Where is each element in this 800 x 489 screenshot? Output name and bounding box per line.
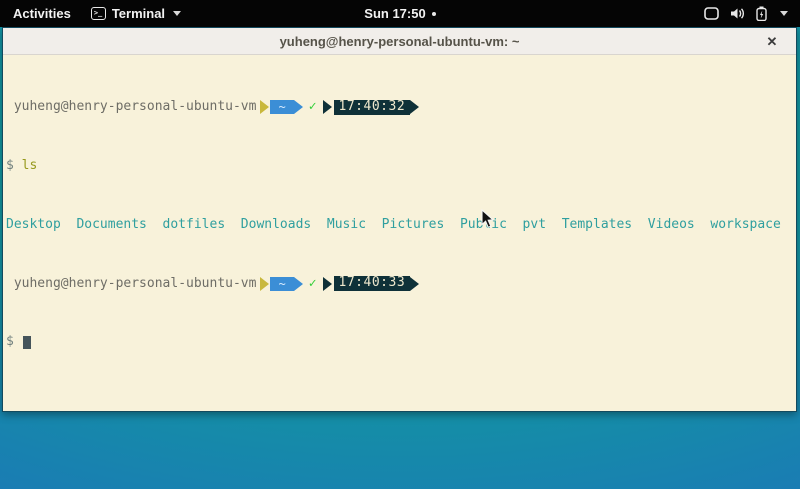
prompt-line-2: yuheng@henry-personal-ubuntu-vm ~ ✓ 17:4… [6,277,796,292]
prompt-time-badge: 17:40:32 [334,100,411,115]
app-menu-label: Terminal [112,6,165,21]
command-text: ls [22,159,38,174]
powerline-cwd-segment: ~ [270,277,293,291]
screen-icon [704,7,719,20]
chevron-down-icon [173,11,181,16]
terminal-window: yuheng@henry-personal-ubuntu-vm: ~ ✕ yuh… [2,27,797,412]
powerline-dark-arrow-icon [410,100,419,114]
battery-charging-icon [756,6,767,21]
status-check-icon: ✓ [309,277,317,292]
powerline-dark-arrow-icon [410,277,419,291]
prompt-dollar: $ [6,335,22,350]
powerline-yellow-chevron-icon [260,100,269,114]
ls-output-line: Desktop Documents dotfiles Downloads Mus… [6,218,796,233]
command-line-1: $ ls [6,159,796,174]
prompt-user-host: yuheng@henry-personal-ubuntu-vm [14,277,257,292]
status-check-icon: ✓ [309,100,317,115]
prompt-lead-space [6,277,14,292]
desktop: Activities >_ Terminal Sun 17:50 [0,0,800,489]
prompt-line-1: yuheng@henry-personal-ubuntu-vm ~ ✓ 17:4… [6,100,796,115]
close-button[interactable]: ✕ [762,28,782,55]
terminal-app-icon: >_ [91,7,106,20]
powerline-dark-chevron-icon [323,100,332,114]
powerline-dark-chevron-icon [323,277,332,291]
system-status-area[interactable] [704,6,800,21]
system-menu-chevron-icon [780,11,788,16]
directory-list: Desktop Documents dotfiles Downloads Mus… [6,218,781,233]
powerline-cwd-segment: ~ [270,100,293,114]
app-menu-terminal[interactable]: >_ Terminal [91,6,181,21]
prompt-lead-space [6,100,14,115]
powerline-yellow-chevron-icon [260,277,269,291]
prompt-user-host: yuheng@henry-personal-ubuntu-vm [14,100,257,115]
clock-button[interactable]: Sun 17:50 [364,6,425,21]
terminal-cursor [23,336,31,349]
volume-icon [730,7,745,20]
powerline-blue-arrow-icon [294,100,303,114]
prompt-dollar: $ [6,159,22,174]
notification-dot-icon [432,12,436,16]
gnome-top-bar: Activities >_ Terminal Sun 17:50 [0,0,800,27]
window-title: yuheng@henry-personal-ubuntu-vm: ~ [3,34,796,49]
mouse-cursor-icon [481,209,495,234]
activities-button[interactable]: Activities [11,4,73,23]
command-line-2[interactable]: $ [6,335,796,350]
powerline-blue-arrow-icon [294,277,303,291]
prompt-time-badge: 17:40:33 [334,276,411,291]
window-titlebar[interactable]: yuheng@henry-personal-ubuntu-vm: ~ ✕ [3,28,796,55]
terminal-content[interactable]: yuheng@henry-personal-ubuntu-vm ~ ✓ 17:4… [3,55,796,411]
